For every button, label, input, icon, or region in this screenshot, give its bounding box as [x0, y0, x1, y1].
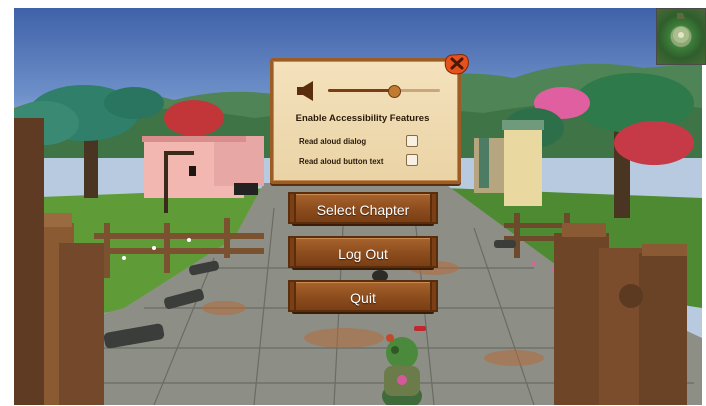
- right-gate-posts: [554, 223, 687, 405]
- read-aloud-button-text-label: Read aloud button text: [299, 157, 384, 166]
- close-x-icon[interactable]: [444, 53, 470, 75]
- select-chapter-button[interactable]: Select Chapter: [288, 192, 438, 224]
- volume-slider-fill: [328, 89, 393, 92]
- volume-slider-thumb[interactable]: [387, 85, 401, 98]
- red-item: [414, 326, 426, 331]
- quit-button[interactable]: Quit: [288, 280, 438, 312]
- log-out-button[interactable]: Log Out: [288, 236, 438, 268]
- speaker-icon[interactable]: [296, 80, 318, 102]
- read-aloud-dialog-checkbox[interactable]: [406, 135, 418, 147]
- read-aloud-button-text-checkbox[interactable]: [406, 154, 418, 166]
- minimap[interactable]: [656, 8, 706, 65]
- accessibility-title: Enable Accessibility Features: [295, 113, 430, 124]
- read-aloud-dialog-label: Read aloud dialog: [299, 137, 367, 146]
- minimap-map-icon: [673, 13, 689, 43]
- volume-slider[interactable]: [328, 85, 440, 98]
